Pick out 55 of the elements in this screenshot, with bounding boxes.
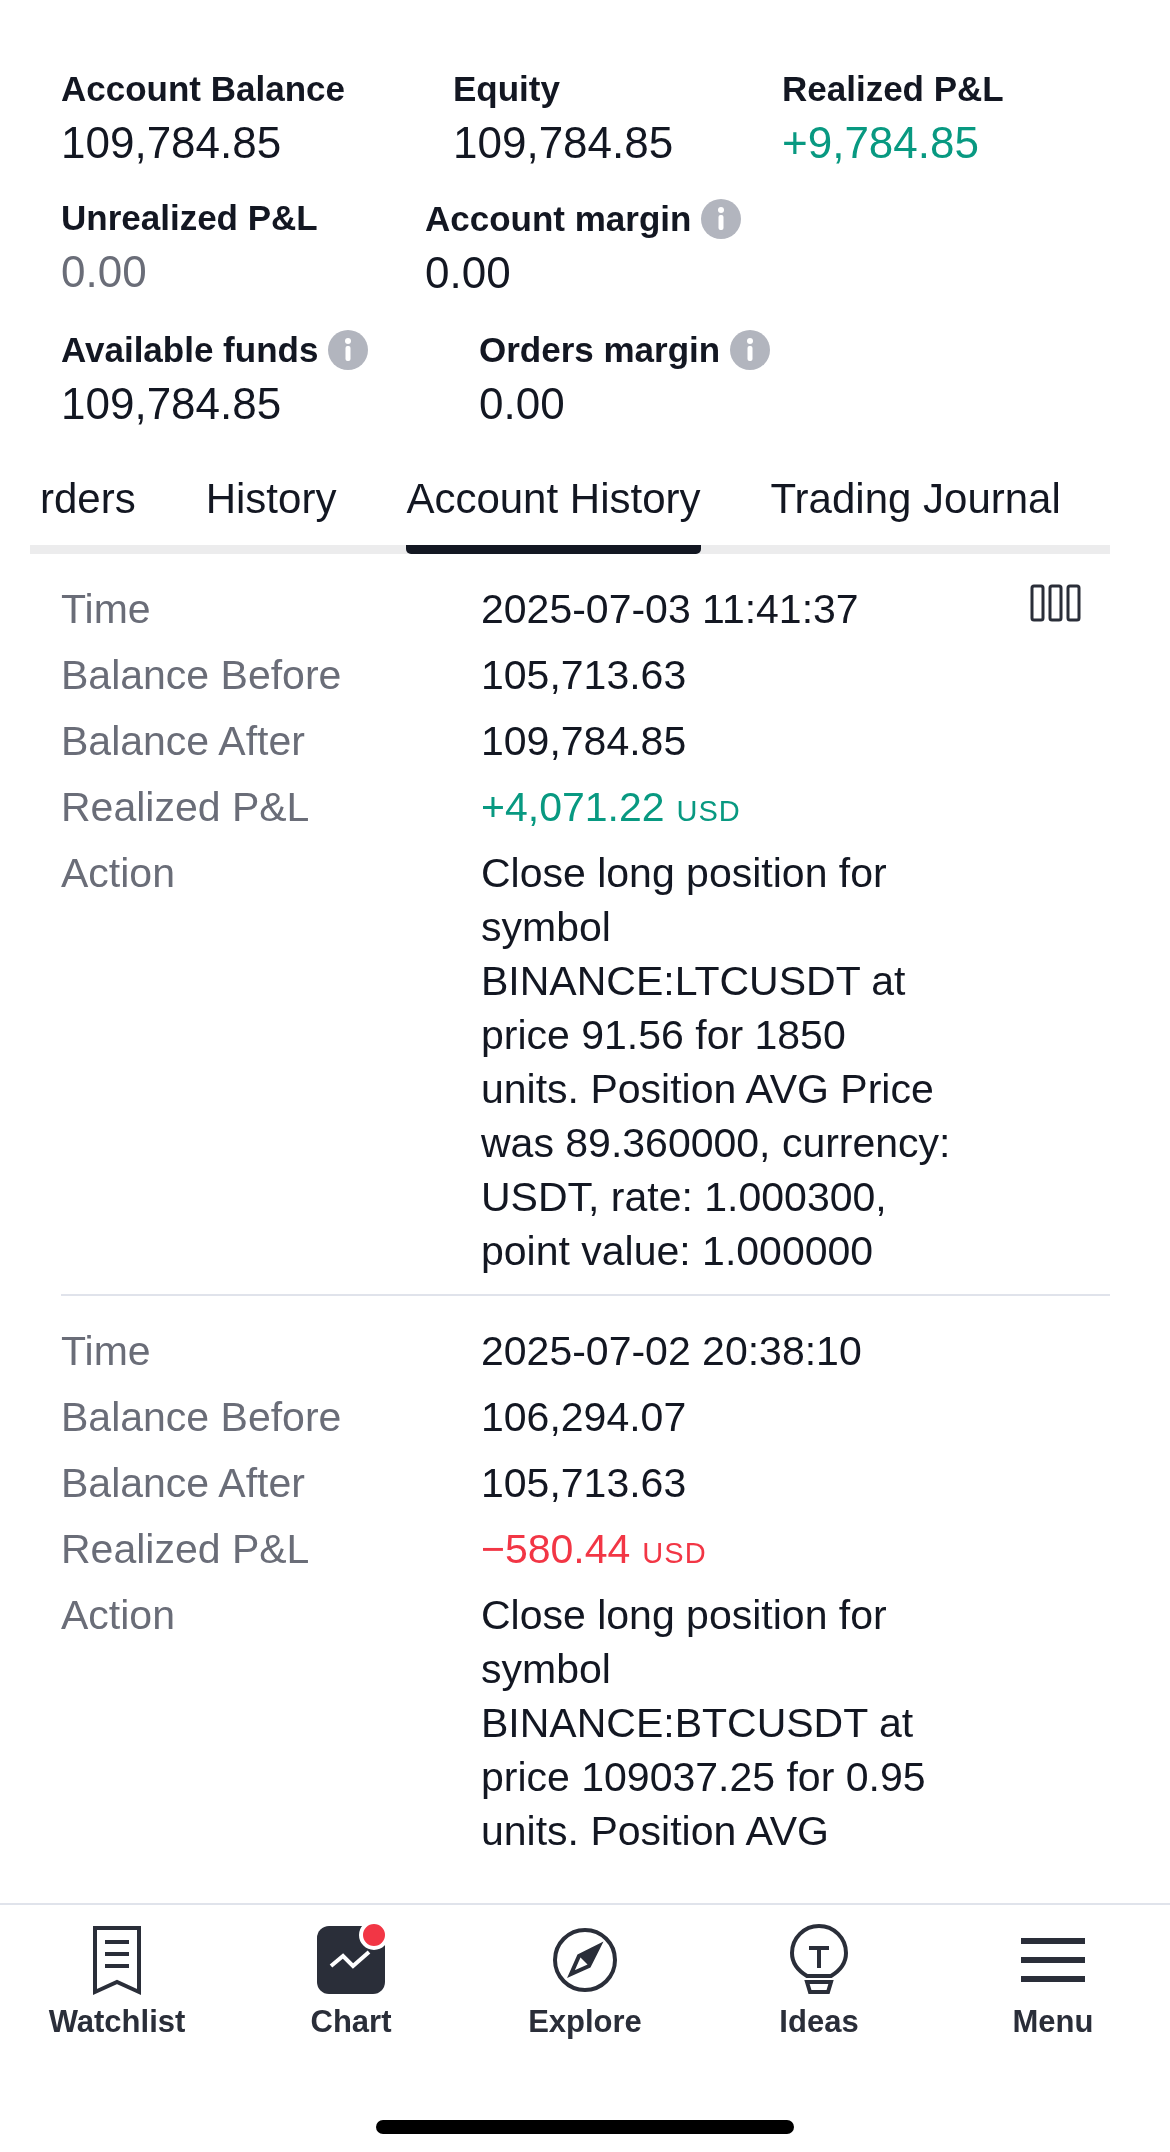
stat-label: Orders margin (479, 330, 721, 370)
nav-item[interactable]: Menu (936, 1923, 1170, 2041)
stat-label: Available funds (61, 330, 319, 370)
stat-label: Account Balance (61, 70, 345, 109)
stat-value: 109,784.85 (61, 116, 283, 169)
currency-unit: USD (676, 794, 741, 827)
field-value: 105,713.63 (481, 651, 687, 698)
field-label: Time (61, 584, 152, 634)
stat-value: 0.00 (61, 245, 148, 298)
lightbulb-icon (789, 1924, 849, 1996)
tab[interactable]: rders (40, 464, 136, 554)
compass-icon (551, 1926, 619, 1994)
field-label: Realized P&L (61, 782, 311, 832)
field-label: Time (61, 1326, 152, 1376)
nav-item[interactable]: Explore (468, 1923, 702, 2041)
tab[interactable]: History (205, 464, 337, 554)
stat-value: 109,784.85 (453, 116, 675, 169)
field-label: Realized P&L (61, 1524, 311, 1574)
stat-value: 0.00 (479, 378, 566, 431)
field-value: 2025-07-03 11:41:37 (481, 585, 859, 632)
info-icon[interactable] (730, 330, 771, 371)
tab[interactable]: Account History (406, 464, 701, 554)
field-label: Balance After (61, 716, 306, 766)
stat-label: Unrealized P&L (61, 199, 318, 238)
field-value: 2025-07-02 20:38:10 (481, 1327, 862, 1374)
currency-unit: USD (642, 1536, 707, 1569)
stat-value: 0.00 (425, 247, 512, 300)
stat-value: +9,784.85 (782, 116, 980, 169)
field-value: 109,784.85 (481, 717, 687, 764)
field-value: Close long position for symbol BINANCE:LTCUSDT at price 91.56 for 1850 units. Position AVG Price was 89.360000, currency: USDT, rate: 1.000300, point value: 1.000000 (481, 849, 951, 1274)
field-value: Close long position for symbol BINANCE:BTCUSDT at price 109037.25 for 0.95 units. Position AVG (481, 1591, 926, 1854)
stat-label: Equity (453, 70, 560, 109)
field-value: +4,071.22 (481, 783, 665, 830)
nav-item[interactable]: Ideas (702, 1923, 936, 2041)
nav-item[interactable]: Watchlist (0, 1923, 234, 2041)
stat-label: Realized P&L (782, 70, 1004, 109)
bookmark-list-icon (91, 1924, 143, 1996)
field-label: Balance Before (61, 650, 343, 700)
field-value: 105,713.63 (481, 1459, 687, 1506)
field-label: Balance Before (61, 1392, 343, 1442)
stat-value: 109,784.85 (61, 378, 283, 431)
menu-icon (1021, 1937, 1085, 1983)
tab[interactable]: Trading Journal (770, 464, 1061, 554)
field-label: Action (61, 848, 176, 898)
field-label: Action (61, 1590, 176, 1640)
chart-icon (317, 1926, 385, 1994)
columns-icon (1030, 583, 1082, 622)
columns-button[interactable] (1030, 583, 1082, 622)
info-icon[interactable] (328, 330, 369, 371)
field-value: 106,294.07 (481, 1393, 687, 1440)
nav-item[interactable]: Chart (234, 1923, 468, 2041)
field-label: Balance After (61, 1458, 306, 1508)
stat-label: Account margin (425, 200, 692, 239)
field-value: −580.44 (481, 1525, 631, 1572)
info-icon[interactable] (701, 199, 742, 240)
